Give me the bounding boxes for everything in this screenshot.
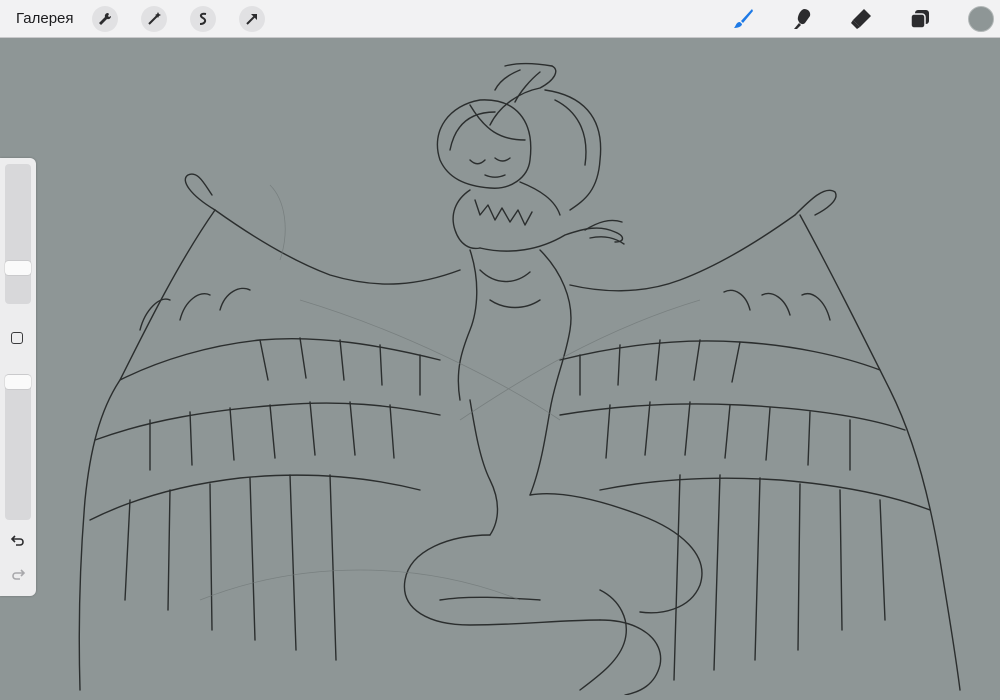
undo-button[interactable]	[8, 532, 28, 548]
drawing-canvas[interactable]	[0, 38, 1000, 696]
brush-button[interactable]	[730, 6, 756, 32]
eraser-button[interactable]	[848, 6, 874, 32]
smudge-icon	[794, 9, 811, 29]
selection-button[interactable]	[190, 6, 216, 32]
gallery-button[interactable]: Галерея	[16, 10, 74, 27]
brush-sidebar	[0, 158, 36, 596]
selection-icon	[199, 12, 207, 25]
layers-button[interactable]	[907, 6, 933, 32]
redo-button[interactable]	[8, 566, 28, 582]
move-arrow-icon	[246, 14, 257, 25]
wrench-icon	[99, 12, 112, 25]
color-picker-button[interactable]	[968, 6, 994, 32]
brush-size-slider[interactable]	[5, 164, 31, 304]
opacity-thumb[interactable]	[5, 375, 31, 389]
smudge-button[interactable]	[789, 6, 815, 32]
top-toolbar: Галерея	[0, 0, 1000, 38]
sketch-drawing	[78, 63, 961, 696]
actions-button[interactable]	[92, 6, 118, 32]
magic-wand-icon	[148, 12, 161, 25]
brush-size-thumb[interactable]	[5, 261, 31, 275]
eraser-icon	[851, 9, 871, 29]
redo-icon	[12, 569, 26, 580]
adjustments-button[interactable]	[141, 6, 167, 32]
layers-icon	[910, 10, 929, 29]
modify-button[interactable]	[11, 332, 23, 344]
opacity-slider[interactable]	[5, 374, 31, 520]
undo-icon	[10, 535, 24, 546]
brush-icon	[734, 9, 753, 28]
transform-button[interactable]	[239, 6, 265, 32]
